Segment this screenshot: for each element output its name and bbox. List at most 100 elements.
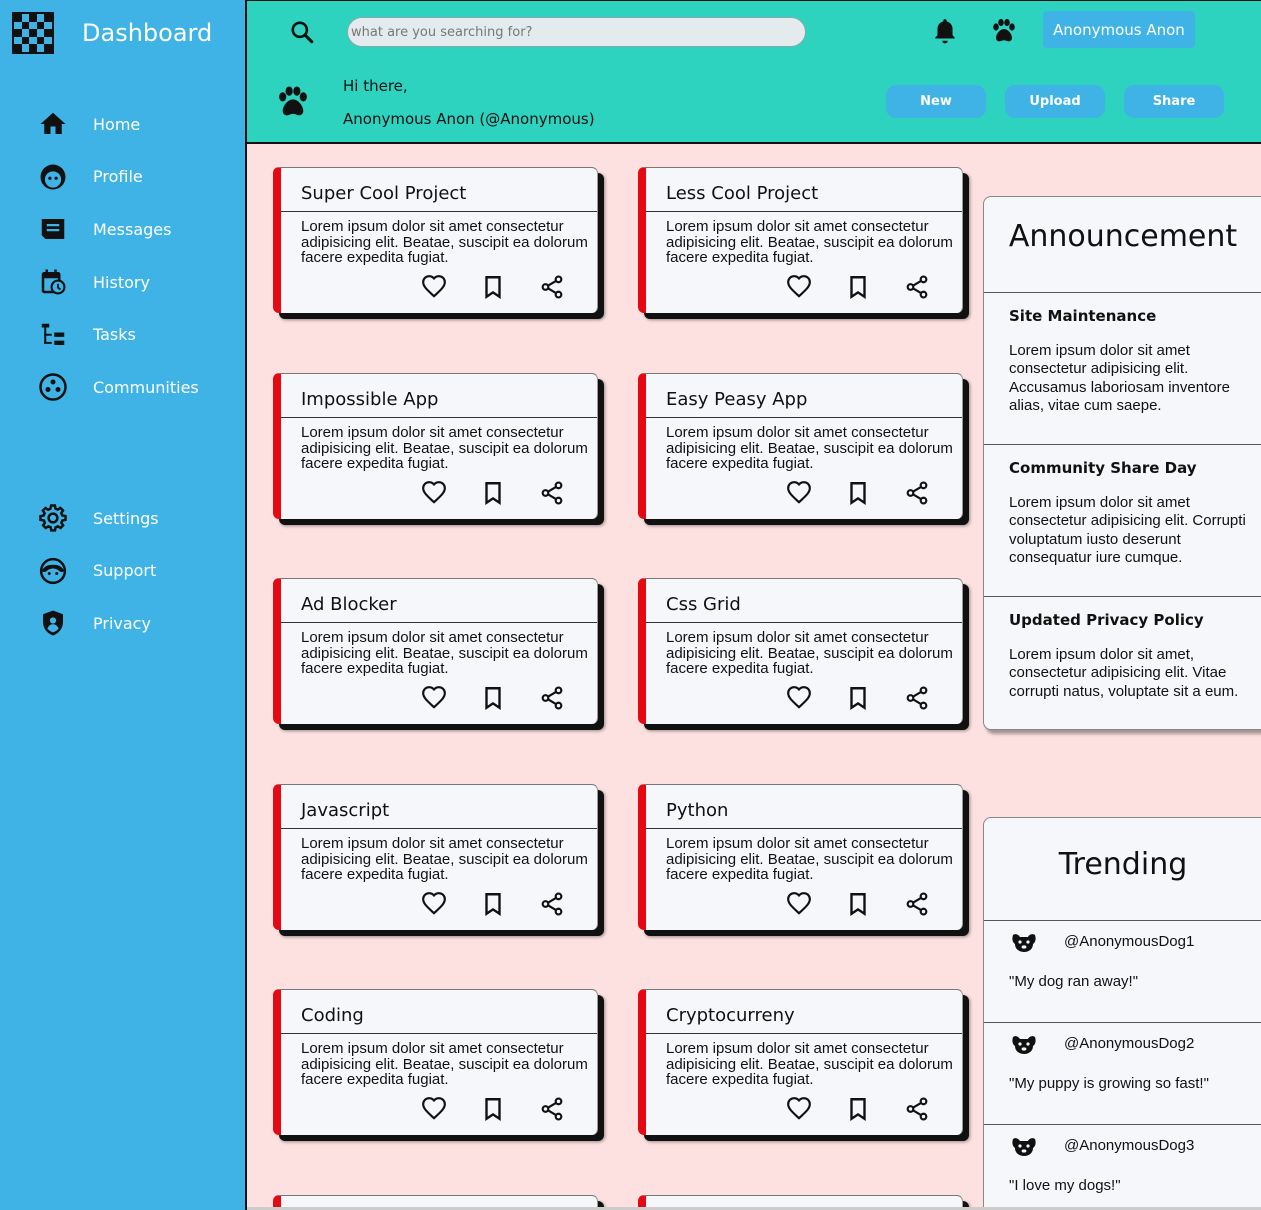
card-actions — [786, 685, 963, 711]
project-card[interactable]: Less Cool Project Lorem ipsum dolor sit … — [638, 167, 963, 313]
heart-icon[interactable] — [421, 480, 447, 506]
card-text: Lorem ipsum dolor sit amet consectetur a… — [666, 629, 953, 677]
paw-icon[interactable] — [990, 18, 1018, 44]
search-icon[interactable] — [289, 19, 315, 45]
announcement-item[interactable]: Community Share Day Lorem ipsum dolor si… — [984, 444, 1261, 596]
bookmark-icon[interactable] — [480, 274, 506, 300]
card-divider — [646, 1033, 962, 1034]
share-icon[interactable] — [904, 891, 930, 917]
card-title: Coding — [301, 1005, 364, 1026]
bookmark-icon[interactable] — [480, 480, 506, 506]
bookmark-icon[interactable] — [480, 891, 506, 917]
sidebar-item-messages[interactable]: Messages — [0, 203, 247, 256]
card-divider — [281, 622, 597, 623]
announcement-item[interactable]: Site Maintenance Lorem ipsum dolor sit a… — [984, 292, 1261, 444]
project-card[interactable]: Impossible App Lorem ipsum dolor sit ame… — [273, 373, 598, 519]
card-text: Lorem ipsum dolor sit amet consectetur a… — [301, 629, 588, 677]
bookmark-icon[interactable] — [845, 480, 871, 506]
sidebar-item-label: Privacy — [93, 613, 151, 633]
trending-handle[interactable]: @AnonymousDog1 — [1064, 933, 1194, 950]
trending-item[interactable]: @AnonymousDog2 "My puppy is growing so f… — [984, 1022, 1261, 1124]
sidebar-item-support[interactable]: Support — [0, 545, 247, 598]
sidebar-item-profile[interactable]: Profile — [0, 151, 247, 204]
sidebar-item-home[interactable]: Home — [0, 98, 247, 151]
announcement-heading: Site Maintenance — [1009, 307, 1157, 325]
share-icon[interactable] — [904, 685, 930, 711]
announcement-title: Announcement — [1008, 219, 1238, 254]
heart-icon[interactable] — [786, 274, 812, 300]
share-icon[interactable] — [904, 274, 930, 300]
sidebar-item-label: History — [93, 272, 150, 292]
share-icon[interactable] — [539, 274, 565, 300]
trending-handle[interactable]: @AnonymousDog2 — [1064, 1035, 1194, 1052]
sidebar-item-privacy[interactable]: Privacy — [0, 597, 247, 650]
project-card[interactable]: Javascript Lorem ipsum dolor sit amet co… — [273, 784, 598, 930]
brand[interactable]: Dashboard — [12, 12, 212, 54]
card-divider — [646, 828, 962, 829]
upload-button[interactable]: Upload — [1005, 85, 1105, 118]
bookmark-icon[interactable] — [845, 685, 871, 711]
dog-icon — [1010, 932, 1038, 954]
card-text: Lorem ipsum dolor sit amet consectetur a… — [301, 424, 588, 472]
trending-handle[interactable]: @AnonymousDog3 — [1064, 1137, 1194, 1154]
heart-icon[interactable] — [786, 1096, 812, 1122]
new-button[interactable]: New — [886, 85, 986, 118]
project-card[interactable]: Css Grid Lorem ipsum dolor sit amet cons… — [638, 578, 963, 724]
project-card[interactable]: Super Cool Project Lorem ipsum dolor sit… — [273, 167, 598, 313]
sidebar-item-history[interactable]: History — [0, 256, 247, 309]
gear-icon — [0, 503, 106, 533]
card-title: Javascript — [301, 800, 390, 821]
share-icon[interactable] — [539, 480, 565, 506]
card-actions — [786, 1096, 963, 1122]
sidebar-item-label: Profile — [93, 167, 143, 187]
user-menu-button[interactable]: Anonymous Anon — [1043, 11, 1195, 48]
project-card[interactable]: Ad Blocker Lorem ipsum dolor sit amet co… — [273, 578, 598, 724]
card-divider — [281, 417, 597, 418]
announcement-panel: Announcement Site Maintenance Lorem ipsu… — [983, 196, 1261, 730]
communities-icon — [0, 372, 106, 402]
bookmark-icon[interactable] — [480, 1096, 506, 1122]
share-icon[interactable] — [539, 685, 565, 711]
sidebar-item-communities[interactable]: Communities — [0, 361, 247, 414]
card-divider — [281, 1033, 597, 1034]
project-card[interactable]: Easy Peasy App Lorem ipsum dolor sit ame… — [638, 373, 963, 519]
share-icon[interactable] — [539, 1096, 565, 1122]
share-icon[interactable] — [904, 480, 930, 506]
share-icon[interactable] — [904, 1096, 930, 1122]
heart-icon[interactable] — [786, 891, 812, 917]
project-card[interactable]: Python Lorem ipsum dolor sit amet consec… — [638, 784, 963, 930]
bookmark-icon[interactable] — [845, 274, 871, 300]
sidebar: Dashboard Home Profile Messages History — [0, 0, 247, 1210]
dog-icon — [1010, 1136, 1038, 1158]
heart-icon[interactable] — [786, 480, 812, 506]
project-card[interactable]: Cryptocurreny Lorem ipsum dolor sit amet… — [638, 989, 963, 1135]
search-input[interactable] — [347, 17, 806, 47]
card-text: Lorem ipsum dolor sit amet consectetur a… — [666, 218, 953, 266]
card-text: Lorem ipsum dolor sit amet consectetur a… — [666, 835, 953, 883]
heart-icon[interactable] — [786, 685, 812, 711]
heart-icon[interactable] — [421, 891, 447, 917]
heart-icon[interactable] — [421, 685, 447, 711]
share-icon[interactable] — [539, 891, 565, 917]
trending-quote: "My dog ran away!" — [1009, 973, 1139, 990]
trending-title: Trending — [1058, 847, 1188, 882]
bell-icon[interactable] — [932, 17, 958, 45]
trending-item[interactable]: @AnonymousDog3 "I love my dogs!" — [984, 1124, 1261, 1210]
trending-item[interactable]: @AnonymousDog1 "My dog ran away!" — [984, 920, 1261, 1022]
paw-avatar-icon — [275, 85, 311, 119]
bookmark-icon[interactable] — [480, 685, 506, 711]
share-button[interactable]: Share — [1124, 85, 1224, 118]
heart-icon[interactable] — [421, 274, 447, 300]
trending-panel: Trending @AnonymousDog1 "My dog ran away… — [983, 817, 1261, 1210]
bookmark-icon[interactable] — [845, 891, 871, 917]
project-card[interactable]: Coding Lorem ipsum dolor sit amet consec… — [273, 989, 598, 1135]
card-text: Lorem ipsum dolor sit amet consectetur a… — [301, 1040, 588, 1088]
bookmark-icon[interactable] — [845, 1096, 871, 1122]
announcement-item[interactable]: Updated Privacy Policy Lorem ipsum dolor… — [984, 596, 1261, 729]
sidebar-item-settings[interactable]: Settings — [0, 492, 247, 545]
sidebar-item-tasks[interactable]: Tasks — [0, 308, 247, 361]
card-divider — [646, 211, 962, 212]
card-text: Lorem ipsum dolor sit amet consectetur a… — [666, 1040, 953, 1088]
heart-icon[interactable] — [421, 1096, 447, 1122]
card-actions — [786, 891, 963, 917]
